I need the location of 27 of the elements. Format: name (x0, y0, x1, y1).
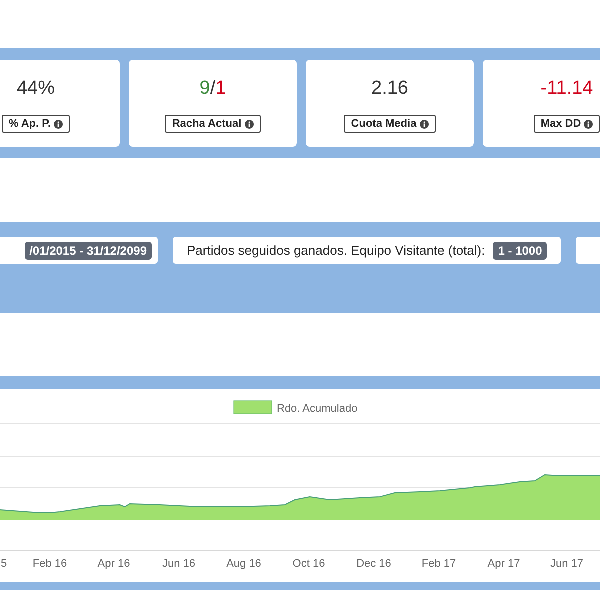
x-axis-label: Feb 17 (422, 558, 456, 570)
filter-range-badge: /01/2015 - 31/12/2099 (24, 242, 152, 260)
x-axis-label: Dec 16 (356, 558, 392, 570)
legend-label: Rdo. Acumulado (277, 403, 358, 415)
x-axis-label: Jun 16 (162, 558, 196, 570)
info-icon[interactable] (420, 120, 429, 128)
stat-value: 9/1 (200, 78, 226, 101)
x-axis-label: Apr 16 (98, 558, 130, 570)
stat-value: 44% (16, 78, 56, 101)
legend-swatch (234, 400, 272, 414)
stat-value: 2.16 (372, 78, 408, 101)
stat-value: -11.14 (540, 78, 594, 101)
info-icon[interactable] (584, 120, 594, 128)
x-axis-label: Aug 16 (226, 558, 262, 570)
stat-label-text: Racha Actual (172, 118, 242, 130)
stat-label-text: % Ap. P. (8, 118, 52, 130)
info-icon[interactable] (54, 120, 64, 128)
x-axis-label: Apr 17 (488, 558, 520, 570)
x-axis-label: Oct 16 (292, 558, 326, 570)
x-axis-label: 5 (1, 558, 8, 570)
x-axis-label: Jun 17 (550, 558, 584, 570)
stat-label-text: Max DD (540, 118, 582, 130)
x-axis-label: Feb 16 (32, 558, 68, 570)
stat-label-text: Cuota Media (351, 118, 417, 130)
filter-range-badge: 1 - 1000 (493, 242, 548, 260)
filter-label: Partidos seguidos ganados. Equipo Visitante (total): (187, 243, 486, 258)
info-icon[interactable] (244, 120, 254, 128)
